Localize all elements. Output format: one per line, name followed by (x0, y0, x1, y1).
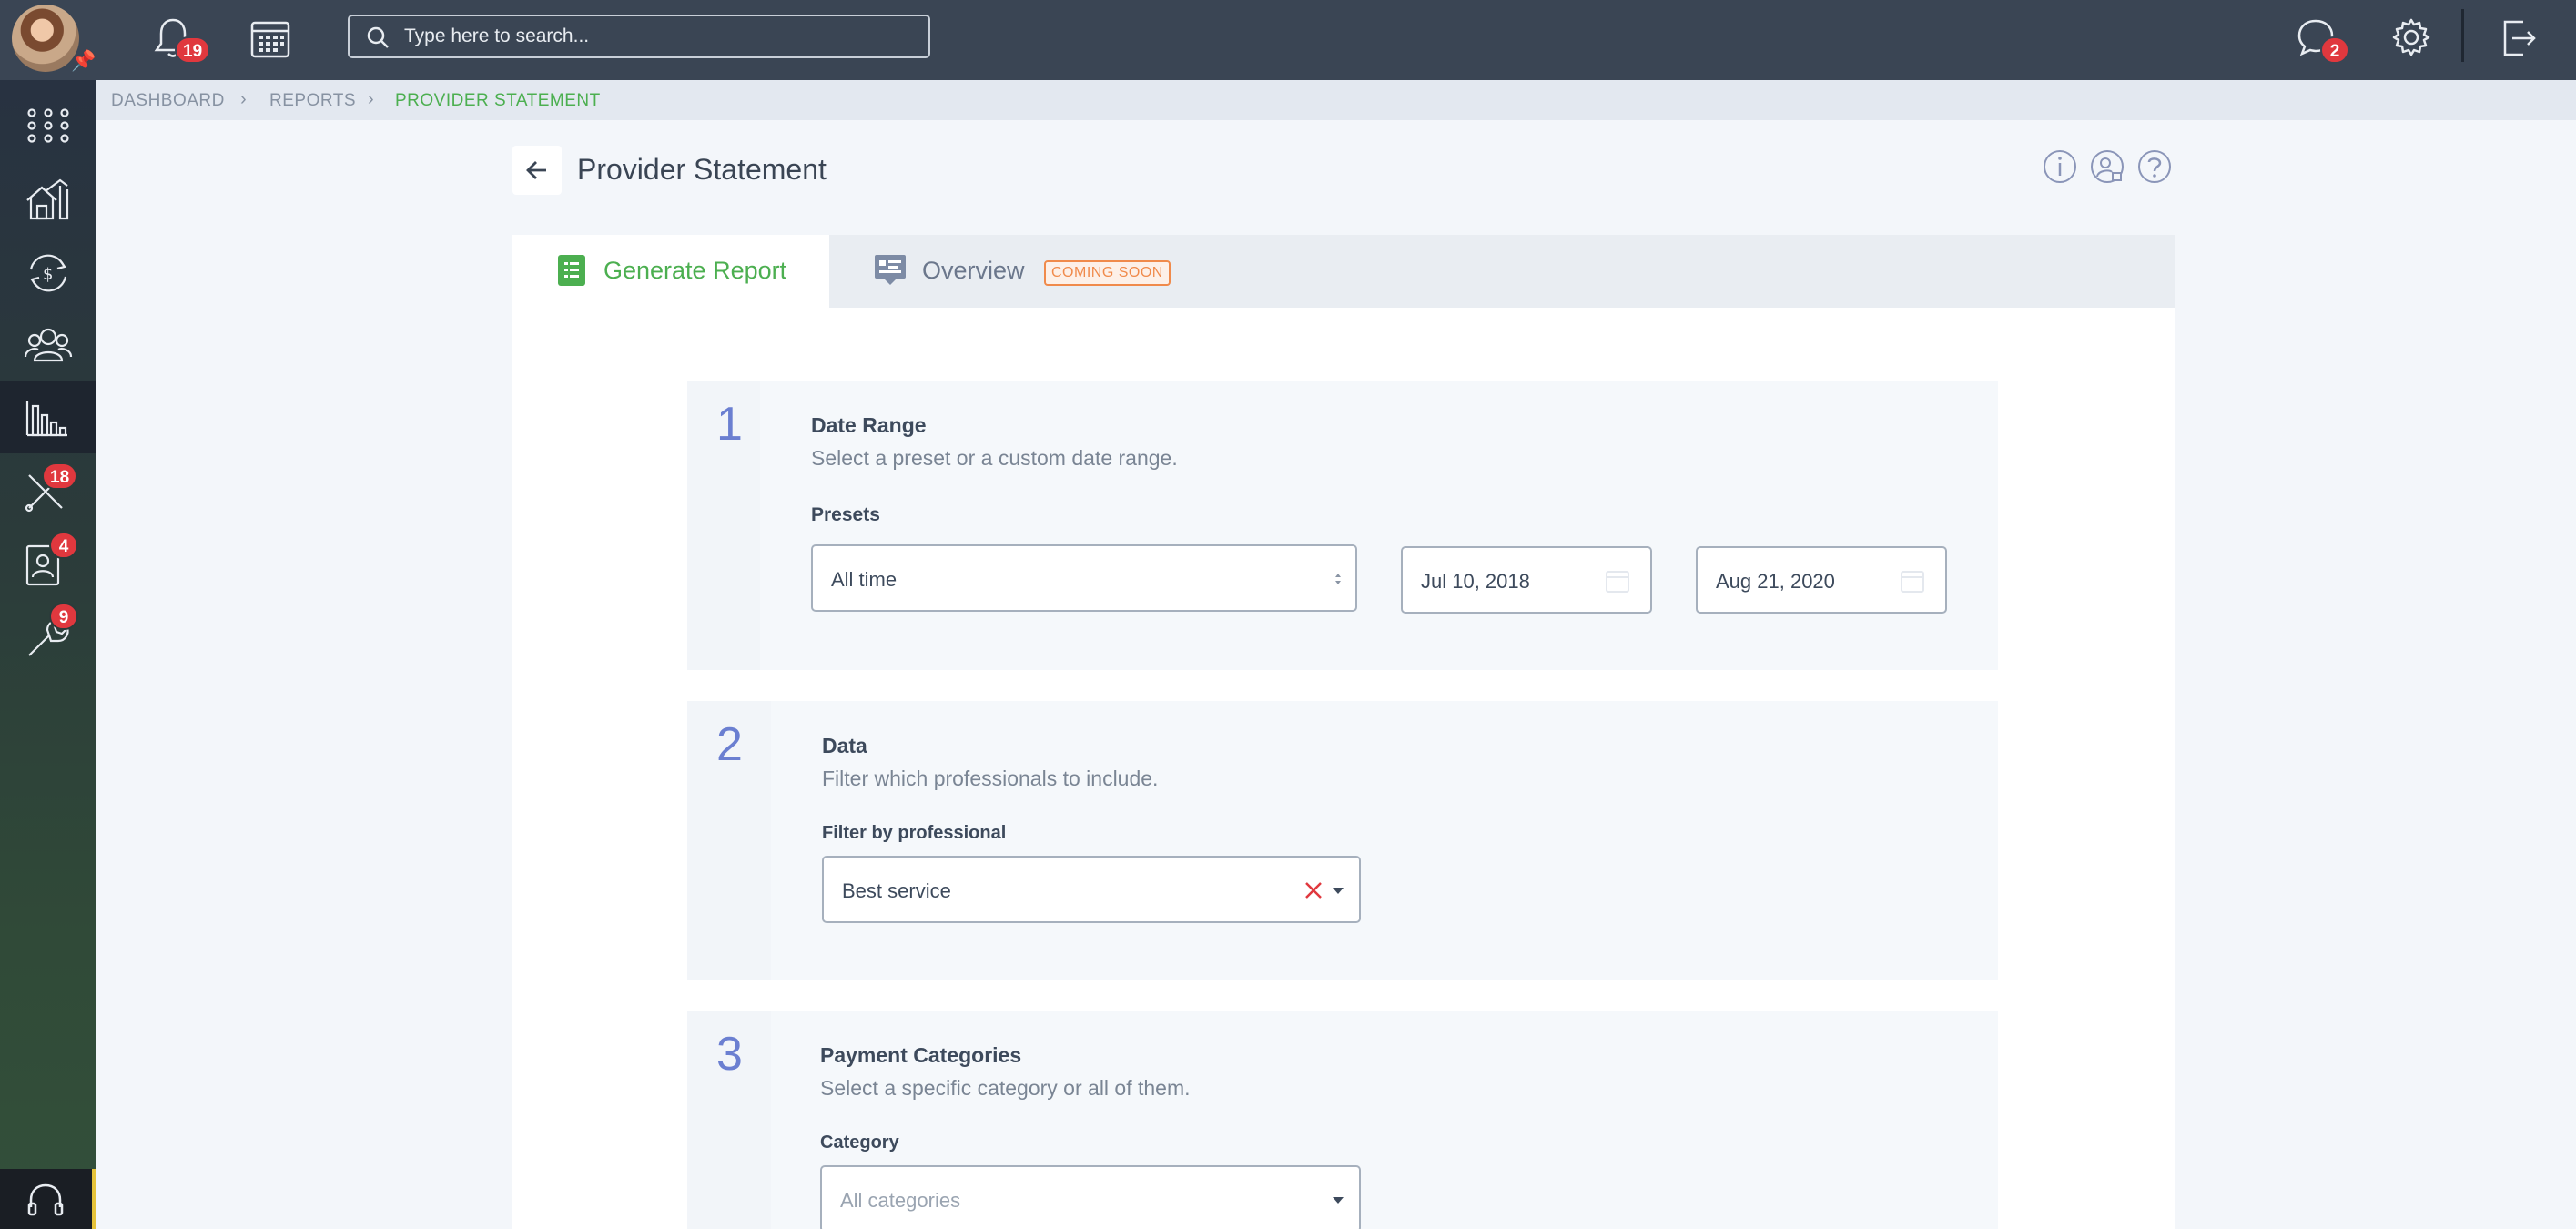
payments-icon: $ (29, 254, 67, 292)
user-lock-icon (2091, 150, 2124, 183)
settings-button[interactable] (2390, 16, 2432, 58)
contacts-badge: 4 (49, 532, 78, 559)
sidebar-item-maintenance[interactable]: 9 (0, 599, 96, 672)
step-number: 2 (716, 718, 743, 771)
user-avatar-area[interactable]: 📌 (0, 0, 96, 80)
tab-generate-report[interactable]: Generate Report (512, 235, 829, 308)
top-bar: 19 2 (96, 0, 2576, 80)
step-number: 1 (716, 398, 743, 451)
question-icon (2138, 150, 2171, 183)
reports-icon (25, 401, 67, 437)
step-title: Payment Categories (820, 1043, 1022, 1067)
sidebar-item-reports[interactable] (0, 381, 96, 453)
caret-down-icon (1333, 888, 1344, 894)
calendar-icon (1901, 571, 1924, 593)
step-date-range: 1 Date Range Select a preset or a custom… (687, 381, 1998, 670)
apps-grid-icon (27, 108, 69, 143)
notifications-badge: 19 (175, 36, 211, 64)
presets-label: Presets (811, 504, 880, 525)
support-button[interactable] (0, 1169, 96, 1229)
breadcrumb-reports[interactable]: REPORTS (269, 91, 356, 111)
professional-filter-label: Filter by professional (822, 823, 1007, 843)
notifications-button[interactable]: 19 (153, 16, 211, 64)
sidebar-item-people[interactable] (0, 308, 96, 381)
presentation-icon (875, 255, 906, 285)
messages-button[interactable]: 2 (2295, 16, 2349, 64)
logout-button[interactable] (2498, 16, 2540, 60)
sidebar-item-tools[interactable]: 18 (0, 453, 96, 526)
calendar-icon (1606, 571, 1629, 593)
page-title: Provider Statement (577, 153, 827, 186)
headset-icon (27, 1183, 64, 1216)
messages-badge: 2 (2320, 36, 2349, 64)
breadcrumb: DASHBOARD › REPORTS › PROVIDER STATEMENT (96, 80, 2576, 120)
back-button[interactable] (512, 146, 562, 195)
sidebar-item-contacts[interactable]: 4 (0, 526, 96, 599)
info-button[interactable] (2043, 149, 2077, 184)
topbar-divider (2461, 9, 2464, 62)
step-title: Data (822, 734, 867, 757)
category-select[interactable]: All categories (820, 1165, 1361, 1229)
step-title: Date Range (811, 413, 927, 437)
pin-icon[interactable]: 📌 (71, 49, 96, 73)
sort-arrows-icon (1335, 574, 1341, 584)
end-date-input[interactable]: Aug 21, 2020 (1696, 546, 1947, 614)
tab-label: Overview (922, 257, 1025, 284)
report-tabs: Generate Report Overview COMING SOON (512, 235, 2175, 308)
category-label: Category (820, 1133, 899, 1153)
sidebar-item-apps[interactable] (0, 89, 96, 162)
tab-overview[interactable]: Overview COMING SOON (829, 235, 1212, 308)
gear-icon (2392, 18, 2430, 56)
calendar-icon (250, 21, 290, 58)
avatar[interactable] (12, 5, 79, 72)
end-date-value: Aug 21, 2020 (1716, 570, 1835, 593)
start-date-input[interactable]: Jul 10, 2018 (1401, 546, 1652, 614)
professional-filter-value: Best service (842, 879, 951, 902)
permissions-button[interactable] (2090, 149, 2125, 184)
chevron-right-icon: › (368, 89, 374, 109)
step-description: Select a preset or a custom date range. (811, 446, 1178, 470)
sidebar: $ 18 4 9 (0, 80, 96, 1229)
category-placeholder: All categories (840, 1189, 961, 1212)
step-number-column: 3 (687, 1011, 771, 1229)
tab-label: Generate Report (603, 257, 787, 284)
maintenance-badge: 9 (49, 603, 78, 630)
sidebar-item-payments[interactable]: $ (0, 235, 96, 308)
step-payment-categories: 3 Payment Categories Select a specific c… (687, 1011, 1998, 1229)
help-button[interactable] (2137, 149, 2172, 184)
people-icon (24, 328, 73, 362)
start-date-value: Jul 10, 2018 (1421, 570, 1530, 593)
report-form: 1 Date Range Select a preset or a custom… (512, 308, 2175, 1229)
svg-text:$: $ (43, 265, 53, 284)
professional-filter-select[interactable]: Best service (822, 856, 1361, 923)
clear-icon[interactable] (1304, 881, 1323, 899)
step-description: Select a specific category or all of the… (820, 1076, 1191, 1100)
home-icon (26, 178, 69, 220)
breadcrumb-current: PROVIDER STATEMENT (395, 91, 601, 110)
caret-down-icon (1333, 1197, 1344, 1204)
tools-badge: 18 (42, 462, 78, 490)
step-number-column: 2 (687, 701, 771, 980)
step-description: Filter which professionals to include. (822, 767, 1159, 790)
presets-select[interactable]: All time (811, 544, 1357, 612)
step-number-column: 1 (687, 381, 760, 670)
search-icon (367, 26, 389, 48)
report-sheet-icon (558, 255, 585, 286)
presets-value: All time (831, 568, 898, 591)
calendar-button[interactable] (249, 18, 291, 60)
info-icon (2044, 150, 2076, 183)
coming-soon-badge: COMING SOON (1044, 260, 1171, 286)
step-data: 2 Data Filter which professionals to inc… (687, 701, 1998, 980)
breadcrumb-dashboard[interactable]: DASHBOARD (111, 91, 225, 111)
search-input[interactable] (404, 24, 914, 49)
search-box[interactable] (348, 15, 930, 58)
sidebar-item-properties[interactable] (0, 162, 96, 235)
chevron-right-icon: › (240, 89, 247, 109)
logout-icon (2503, 20, 2536, 56)
arrow-left-icon (526, 161, 546, 179)
step-number: 3 (716, 1028, 743, 1081)
